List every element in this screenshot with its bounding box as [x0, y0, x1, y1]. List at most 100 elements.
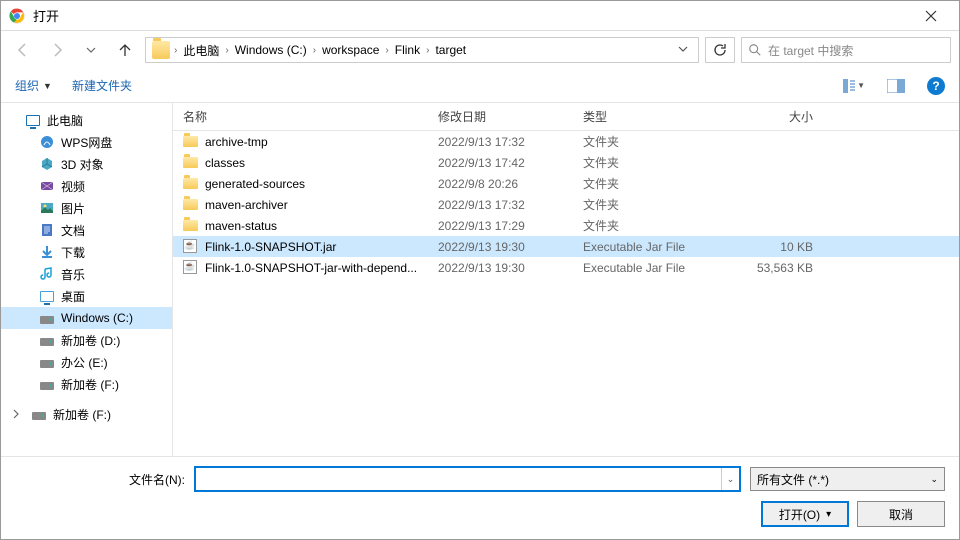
refresh-icon [713, 43, 727, 57]
file-name: classes [205, 156, 438, 170]
sidebar-label: 视频 [61, 178, 85, 195]
sidebar-item[interactable]: 下载 [1, 241, 172, 263]
sidebar-item[interactable]: 图片 [1, 197, 172, 219]
file-type: 文件夹 [583, 154, 733, 171]
address-bar[interactable]: › 此电脑 › Windows (C:) › workspace › Flink… [145, 37, 699, 63]
address-dropdown[interactable] [670, 43, 696, 57]
breadcrumb[interactable]: Windows (C:) [229, 38, 313, 62]
sidebar-item[interactable]: 文档 [1, 219, 172, 241]
file-type: Executable Jar File [583, 261, 733, 275]
sidebar-item[interactable]: 新加卷 (D:) [1, 329, 172, 351]
filename-field[interactable] [196, 468, 721, 490]
file-size: 53,563 KB [733, 261, 813, 275]
sidebar-label: 新加卷 (F:) [61, 376, 119, 393]
file-date: 2022/9/13 17:32 [438, 135, 583, 149]
col-size[interactable]: 大小 [733, 108, 813, 125]
sidebar-item[interactable]: 办公 (E:) [1, 351, 172, 373]
view-mode-button[interactable]: ▼ [843, 75, 865, 97]
file-date: 2022/9/13 19:30 [438, 240, 583, 254]
desktop-icon [39, 288, 55, 304]
window-title: 打开 [33, 6, 59, 25]
sidebar-item[interactable]: 桌面 [1, 285, 172, 307]
chevron-down-icon [86, 45, 96, 55]
file-row[interactable]: generated-sources2022/9/8 20:26文件夹 [173, 173, 959, 194]
picture-icon [39, 200, 55, 216]
sidebar-label: 音乐 [61, 266, 85, 283]
sidebar-item[interactable]: 3D 对象 [1, 153, 172, 175]
video-icon [39, 178, 55, 194]
sidebar-root-pc[interactable]: 此电脑 [1, 109, 172, 131]
file-row[interactable]: Flink-1.0-SNAPSHOT.jar2022/9/13 19:30Exe… [173, 236, 959, 257]
arrow-right-icon [49, 42, 65, 58]
filename-input[interactable]: ⌄ [195, 467, 740, 491]
file-name: maven-status [205, 219, 438, 233]
cancel-button[interactable]: 取消 [857, 501, 945, 527]
new-folder-button[interactable]: 新建文件夹 [72, 77, 132, 94]
footer: 文件名(N): ⌄ 所有文件 (*.*) ⌄ 打开(O)▾ 取消 [1, 456, 959, 539]
organize-menu[interactable]: 组织▼ [15, 77, 52, 94]
folder-icon [183, 178, 198, 189]
new-folder-label: 新建文件夹 [72, 77, 132, 94]
close-button[interactable] [911, 2, 951, 30]
file-date: 2022/9/8 20:26 [438, 177, 583, 191]
file-row[interactable]: maven-archiver2022/9/13 17:32文件夹 [173, 194, 959, 215]
up-button[interactable] [111, 36, 139, 64]
list-view-icon [843, 79, 855, 93]
forward-button[interactable] [43, 36, 71, 64]
col-name[interactable]: 名称 [183, 108, 438, 125]
sidebar-item[interactable]: 音乐 [1, 263, 172, 285]
close-icon [925, 10, 937, 22]
breadcrumb[interactable]: workspace [316, 38, 385, 62]
open-button[interactable]: 打开(O)▾ [761, 501, 849, 527]
recent-dropdown[interactable] [77, 36, 105, 64]
download-icon [39, 244, 55, 260]
folder-icon [183, 220, 198, 231]
file-filter-combo[interactable]: 所有文件 (*.*) ⌄ [750, 467, 945, 491]
file-list[interactable]: archive-tmp2022/9/13 17:32文件夹classes2022… [173, 131, 959, 456]
refresh-button[interactable] [705, 37, 735, 63]
filename-dropdown[interactable]: ⌄ [721, 468, 739, 490]
split-dropdown-icon: ▾ [826, 509, 831, 520]
body: 此电脑 WPS网盘3D 对象视频图片文档下载音乐桌面Windows (C:)新加… [1, 103, 959, 456]
file-type: 文件夹 [583, 175, 733, 192]
file-row[interactable]: archive-tmp2022/9/13 17:32文件夹 [173, 131, 959, 152]
file-name: maven-archiver [205, 198, 438, 212]
organize-label: 组织 [15, 77, 39, 94]
help-button[interactable]: ? [927, 77, 945, 95]
file-row[interactable]: classes2022/9/13 17:42文件夹 [173, 152, 959, 173]
chevron-down-icon [678, 44, 688, 54]
folder-icon [183, 157, 198, 168]
doc-icon [39, 222, 55, 238]
sidebar-item[interactable]: 视频 [1, 175, 172, 197]
file-name: Flink-1.0-SNAPSHOT-jar-with-depend... [205, 261, 438, 275]
breadcrumb[interactable]: 此电脑 [177, 38, 225, 62]
sidebar-label: 桌面 [61, 288, 85, 305]
chevron-right-icon [11, 409, 21, 419]
sidebar-label: WPS网盘 [61, 134, 112, 151]
sidebar-label: 此电脑 [47, 112, 83, 129]
col-type[interactable]: 类型 [583, 108, 733, 125]
toolbar: 组织▼ 新建文件夹 ▼ ? [1, 69, 959, 103]
titlebar: 打开 [1, 1, 959, 31]
breadcrumb[interactable]: target [429, 38, 472, 62]
sidebar-item-drive[interactable]: 新加卷 (F:) [1, 403, 172, 425]
file-type: 文件夹 [583, 196, 733, 213]
file-row[interactable]: Flink-1.0-SNAPSHOT-jar-with-depend...202… [173, 257, 959, 278]
drive-icon [39, 332, 55, 348]
sidebar-item[interactable]: Windows (C:) [1, 307, 172, 329]
filename-label: 文件名(N): [15, 471, 185, 488]
folder-icon [183, 136, 198, 147]
sidebar-item[interactable]: 新加卷 (F:) [1, 373, 172, 395]
search-input[interactable]: 在 target 中搜索 [741, 37, 951, 63]
file-date: 2022/9/13 17:32 [438, 198, 583, 212]
preview-pane-button[interactable] [885, 75, 907, 97]
col-date[interactable]: 修改日期 [438, 108, 583, 125]
file-filter-label: 所有文件 (*.*) [757, 471, 829, 488]
sidebar-item[interactable]: WPS网盘 [1, 131, 172, 153]
back-button[interactable] [9, 36, 37, 64]
3d-icon [39, 156, 55, 172]
file-type: Executable Jar File [583, 240, 733, 254]
cancel-label: 取消 [889, 506, 913, 523]
file-row[interactable]: maven-status2022/9/13 17:29文件夹 [173, 215, 959, 236]
breadcrumb[interactable]: Flink [389, 38, 426, 62]
